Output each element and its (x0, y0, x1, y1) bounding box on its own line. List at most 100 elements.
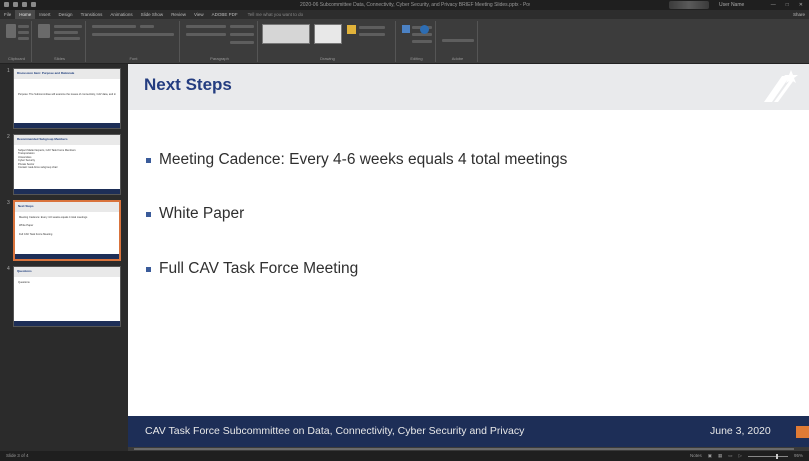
reading-view-icon[interactable]: ▭ (728, 451, 732, 461)
slide-thumbnail-2[interactable]: Recommended Subgroup Members Subject Mat… (13, 134, 121, 195)
slide-thumbnail-4[interactable]: Questions Questions (13, 266, 121, 327)
shape-effects-button[interactable] (359, 33, 385, 36)
thumb-body: Purpose: The Subcommittee will examine t… (18, 93, 116, 96)
bullet-marker (146, 157, 151, 163)
section-button[interactable] (54, 37, 80, 40)
account-area[interactable]: User Name (669, 0, 749, 10)
bullet-text: Meeting Cadence: Every 4-6 weeks equals … (159, 151, 568, 168)
undo-icon[interactable] (13, 2, 18, 7)
tab-file[interactable]: File (0, 10, 15, 19)
bullet-item: White Paper (146, 204, 244, 224)
footer-date: June 3, 2020 (710, 425, 771, 437)
slides-group-label: Slides (54, 56, 65, 61)
minimize-button[interactable]: — (771, 0, 776, 10)
redo-icon[interactable] (22, 2, 27, 7)
slide-editing-area: Next Steps Meeting Cadence: Every 4-6 we… (128, 64, 809, 451)
adobe-icon[interactable] (420, 25, 429, 34)
bullet-text: White Paper (159, 205, 245, 222)
zoom-slider-handle[interactable] (775, 453, 778, 459)
thumb-body: Subject Matter Experts, CAV Task Force M… (18, 149, 116, 169)
thumb-number: 1 (7, 68, 10, 74)
tab-transitions[interactable]: Transitions (77, 10, 107, 19)
slide-title[interactable]: Next Steps (144, 75, 232, 95)
scrollbar-thumb[interactable] (134, 448, 794, 450)
smartart-button[interactable] (230, 41, 254, 44)
share-button[interactable]: Share (793, 10, 805, 19)
thumb-line: White Paper (19, 224, 34, 228)
tab-insert[interactable]: Insert (35, 10, 54, 19)
shape-fill-icon[interactable] (347, 25, 356, 34)
find-icon (402, 25, 410, 33)
clipboard-group: Clipboard (2, 21, 32, 62)
new-slide-icon[interactable] (38, 24, 50, 38)
thumb-title: Recommended Subgroup Members (17, 137, 68, 141)
quick-styles-gallery[interactable] (314, 24, 342, 44)
thumb-body: Questions (18, 281, 116, 284)
tab-animations[interactable]: Animations (106, 10, 136, 19)
editing-group-label: Editing (410, 56, 423, 61)
paragraph-group: Paragraph (182, 21, 258, 62)
current-slide[interactable]: Next Steps Meeting Cadence: Every 4-6 we… (128, 64, 809, 447)
tell-me-search[interactable]: Tell me what you want to do (248, 12, 304, 17)
thumb-title: Next Steps (18, 204, 34, 208)
slide-thumbnail-1[interactable]: Discussion Item: Purpose and Rationale P… (13, 68, 121, 129)
thumb-footer (15, 254, 119, 259)
drawing-group-label: Drawing (320, 56, 335, 61)
close-button[interactable]: ✕ (799, 0, 803, 10)
zoom-level[interactable]: 95% (794, 451, 803, 461)
thumb-title: Questions (17, 269, 32, 273)
powerpoint-window: 2020-06 Subcommittee Data, Connectivity,… (0, 0, 809, 461)
thumb-line: Questions (18, 281, 30, 284)
tab-home[interactable]: Home (15, 10, 36, 19)
tab-slide-show[interactable]: Slide Show (137, 10, 168, 19)
share-via-adobe-button[interactable] (442, 39, 474, 42)
align-text-button[interactable] (230, 33, 254, 36)
cut-icon[interactable] (18, 25, 29, 28)
slide-footer: CAV Task Force Subcommittee on Data, Con… (128, 416, 809, 447)
font-format-buttons[interactable] (92, 33, 174, 36)
list-buttons[interactable] (186, 25, 226, 28)
tab-review[interactable]: Review (167, 10, 190, 19)
title-bar: 2020-06 Subcommittee Data, Connectivity,… (0, 0, 809, 10)
slide-thumbnail-3[interactable]: Next Steps Meeting Cadence: Every 4-6 we… (13, 200, 121, 261)
save-icon[interactable] (4, 2, 9, 7)
tab-adobe-pdf[interactable]: ADOBE PDF (208, 10, 242, 19)
reset-button[interactable] (54, 31, 78, 34)
thumb-line: Purpose: The Subcommittee will examine t… (18, 93, 116, 96)
maximize-button[interactable]: □ (786, 0, 789, 10)
thumb-line: Meeting Cadence: Every 4-6 weeks equals … (19, 216, 88, 219)
thumb-number: 3 (7, 200, 10, 206)
slideshow-view-icon[interactable]: ▷ (739, 451, 742, 461)
shape-outline-button[interactable] (359, 26, 385, 29)
thumb-footer (14, 123, 120, 128)
bullet-marker (146, 211, 151, 217)
copy-icon[interactable] (18, 31, 29, 34)
paste-icon[interactable] (6, 24, 16, 38)
footer-text: CAV Task Force Subcommittee on Data, Con… (145, 425, 525, 437)
align-buttons[interactable] (186, 33, 226, 36)
ribbon: Clipboard Slides Font Paragraph Drawing (0, 19, 809, 64)
user-name: User Name (719, 2, 745, 8)
font-group: Font (88, 21, 180, 62)
text-direction-button[interactable] (230, 25, 254, 28)
adobe-group-label: Adobe (451, 56, 464, 61)
tab-view[interactable]: View (190, 10, 208, 19)
font-name-select[interactable] (92, 25, 136, 28)
normal-view-icon[interactable]: ▣ (708, 451, 712, 461)
thumb-footer (14, 189, 120, 194)
start-slideshow-icon[interactable] (31, 2, 36, 7)
slides-group: Slides (34, 21, 86, 62)
select-button[interactable] (412, 40, 432, 43)
slide-sorter-icon[interactable]: ▦ (718, 451, 722, 461)
format-painter-icon[interactable] (18, 37, 29, 40)
font-size-select[interactable] (140, 25, 154, 28)
thumb-line: Full CAV Task Force Meeting (19, 232, 53, 236)
task-force-logo (764, 70, 798, 102)
document-title: 2020-06 Subcommittee Data, Connectivity,… (300, 2, 530, 8)
tab-design[interactable]: Design (55, 10, 77, 19)
status-bar: Slide 3 of 4 Notes ▣ ▦ ▭ ▷ 95% (0, 451, 809, 461)
layout-button[interactable] (54, 25, 82, 28)
shapes-gallery[interactable] (262, 24, 310, 44)
zoom-slider[interactable] (747, 453, 788, 459)
notes-button[interactable]: Notes (690, 451, 702, 461)
